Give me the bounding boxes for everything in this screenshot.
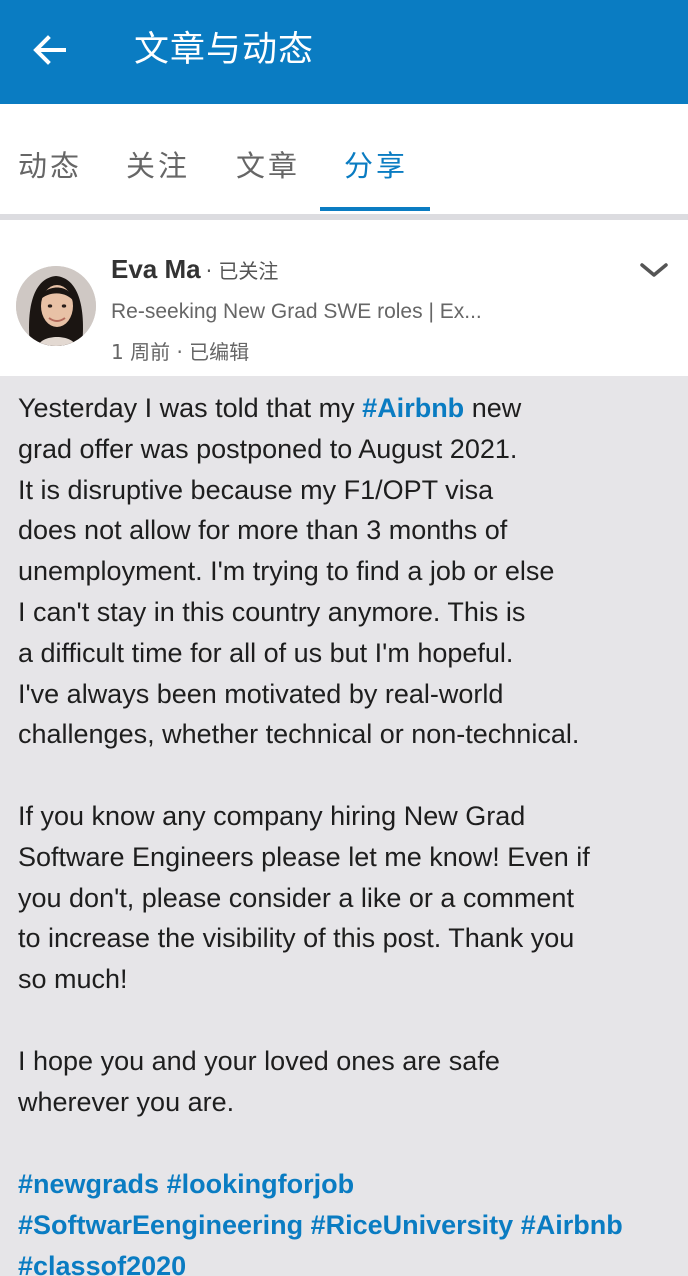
hashtag-link[interactable]: #lookingforjob [167, 1169, 354, 1199]
text-line: to increase the visibility of this post.… [18, 923, 575, 954]
tab-following[interactable]: 关注 [126, 146, 190, 186]
page-title: 文章与动态 [134, 30, 315, 70]
text-line: Yesterday I was told that my #Airbnb new [18, 388, 678, 429]
app-bar: 文章与动态 [0, 0, 688, 104]
text-line: I've always been motivated by real-world [18, 678, 504, 709]
text-line: challenges, whether technical or non-tec… [18, 719, 580, 750]
hashtag-link[interactable]: #SoftwarEengineering [18, 1210, 303, 1240]
active-tab-indicator [320, 207, 430, 211]
hashtag-link[interactable]: #Airbnb [521, 1210, 623, 1240]
chevron-down-icon [640, 263, 668, 277]
text-line: so much! [18, 964, 128, 995]
text-line: wherever you are. [18, 1086, 235, 1117]
hashtag-link[interactable]: #newgrads [18, 1169, 159, 1199]
text-line: does not allow for more than 3 months of [18, 515, 508, 546]
post-paragraph-3: I hope you and your loved ones are safe … [18, 1041, 678, 1123]
text-line: Software Engineers please let me know! E… [18, 841, 590, 872]
tab-articles[interactable]: 文章 [236, 146, 300, 186]
back-button[interactable] [26, 26, 74, 74]
hashtag-line: #classof2020 [18, 1246, 678, 1276]
post-paragraph-2: If you know any company hiring New Grad … [18, 796, 678, 1000]
post-paragraph-1: Yesterday I was told that my #Airbnb new… [18, 388, 678, 755]
follow-status: · 已关注 [205, 259, 279, 283]
post-menu-button[interactable] [636, 256, 672, 284]
text-line: grad offer was postponed to August 2021. [18, 433, 518, 464]
arrow-left-icon [33, 35, 66, 65]
post-body: Yesterday I was told that my #Airbnb new… [0, 376, 688, 1276]
text-line: a difficult time for all of us but I'm h… [18, 637, 514, 668]
author-name[interactable]: Eva Ma [111, 254, 201, 284]
text-line: It is disruptive because my F1/OPT visa [18, 474, 494, 505]
avatar[interactable] [16, 266, 96, 346]
tab-bar: 动态 关注 文章 分享 [0, 104, 688, 220]
text-line: I can't stay in this country anymore. Th… [18, 596, 526, 627]
text-segment: new [464, 393, 522, 423]
text-line: you don't, please consider a like or a c… [18, 882, 574, 913]
author-headline: Re-seeking New Grad SWE roles | Ex... [111, 300, 482, 323]
avatar-image [16, 266, 96, 346]
text-line: I hope you and your loved ones are safe [18, 1046, 500, 1076]
hashtag-link[interactable]: #RiceUniversity [311, 1210, 514, 1240]
author-line: Eva Ma · 已关注 [111, 254, 278, 290]
hashtag-link[interactable]: #classof2020 [18, 1251, 186, 1276]
hashtag-block: #newgrads #lookingforjob #SoftwarEengine… [18, 1164, 678, 1276]
post-timestamp: 1 周前 · 已编辑 [111, 340, 250, 364]
text-line: unemployment. I'm trying to find a job o… [18, 556, 555, 587]
hashtag-line: #newgrads #lookingforjob [18, 1164, 678, 1205]
text-segment: Yesterday I was told that my [18, 393, 363, 423]
hashtag-link[interactable]: #Airbnb [362, 393, 464, 423]
hashtag-line: #SoftwarEengineering #RiceUniversity #Ai… [18, 1205, 678, 1246]
text-line: If you know any company hiring New Grad [18, 801, 526, 831]
tab-shares[interactable]: 分享 [344, 146, 408, 186]
tab-activity[interactable]: 动态 [18, 146, 82, 186]
post-header: Eva Ma · 已关注 Re-seeking New Grad SWE rol… [0, 220, 688, 376]
